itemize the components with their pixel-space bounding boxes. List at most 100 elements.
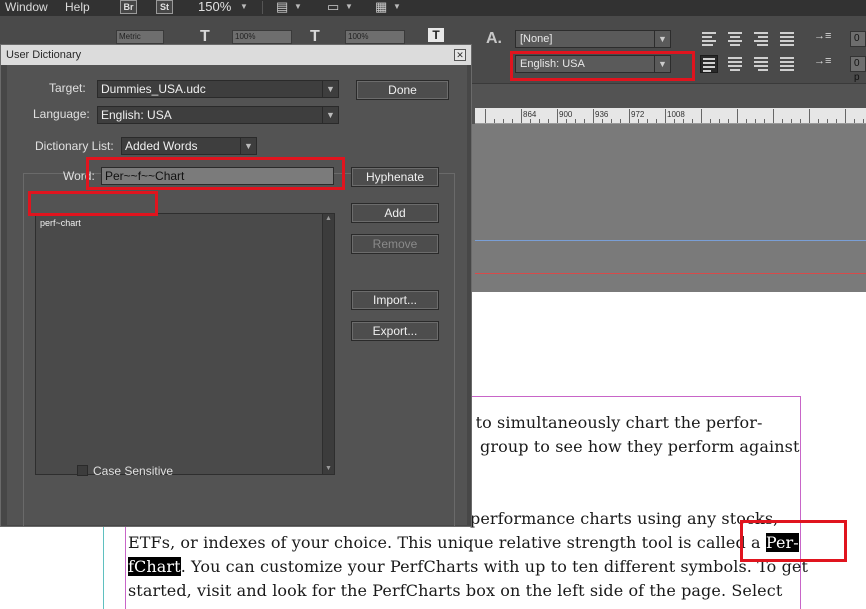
justify-all-icon[interactable] — [778, 55, 796, 73]
remove-button: Remove — [351, 234, 439, 254]
ruler-tick — [611, 119, 612, 123]
word-list[interactable]: perf~chart ▲ ▼ — [35, 213, 335, 475]
ruler-tick-label: 900 — [559, 110, 573, 119]
ruler-tick — [818, 119, 819, 123]
ruler-tick — [782, 119, 783, 123]
ruler-tick — [539, 119, 540, 123]
character-style-value: [None] — [520, 33, 553, 45]
body-text-line[interactable]: fChart. You can customize your PerfChart… — [128, 557, 808, 576]
language-label: Language: — [33, 107, 90, 121]
ruler-tick-label: 1008 — [667, 110, 685, 119]
stock-button[interactable]: St — [156, 0, 173, 14]
chevron-down-icon: ▼ — [240, 138, 256, 154]
body-text-line[interactable]: group to see how they perform against — [480, 437, 800, 456]
screen-mode-icon[interactable]: ▭ — [327, 0, 339, 14]
ruler-tick — [566, 119, 567, 123]
ruler-tick — [656, 119, 657, 123]
align-toward-spine-icon[interactable] — [778, 30, 796, 48]
target-select[interactable]: Dummies_USA.udc ▼ — [97, 80, 339, 98]
ruler-tick — [854, 119, 855, 123]
add-button[interactable]: Add — [351, 203, 439, 223]
body-text-line[interactable]: started, visit and look for the PerfChar… — [128, 581, 782, 600]
case-sensitive-checkbox[interactable] — [77, 465, 88, 476]
menu-separator — [262, 1, 263, 14]
case-sensitive-label: Case Sensitive — [93, 464, 174, 478]
dictionary-list-select[interactable]: Added Words ▼ — [121, 137, 257, 155]
justify-right-icon[interactable] — [752, 55, 770, 73]
ruler-tick — [755, 119, 756, 123]
justify-left-icon[interactable] — [700, 55, 718, 73]
ruler-tick — [710, 119, 711, 123]
ruler-tick — [503, 119, 504, 123]
vertical-scale-field[interactable]: 100% — [232, 30, 292, 44]
dictionary-list-label: Dictionary List: — [33, 138, 116, 154]
ruler-tick — [494, 119, 495, 123]
dialog-title: User Dictionary — [6, 49, 82, 61]
ruler-tick — [827, 119, 828, 123]
ruler-tick — [557, 109, 558, 123]
ruler-tick — [629, 109, 630, 123]
ruler-tick — [593, 109, 594, 123]
ruler-tick — [485, 109, 486, 123]
ruler-tick — [530, 119, 531, 123]
kerning-field[interactable]: Metric — [116, 30, 164, 44]
zoom-level[interactable]: 150% — [198, 0, 231, 14]
align-center-icon[interactable] — [726, 30, 744, 48]
annotation-highlight — [740, 520, 847, 562]
list-item[interactable]: perf~chart — [40, 217, 81, 229]
indesign-window: Window Help Br St 150% ▼ ▤ ▼ ▭ ▼ ▦ ▼ T M… — [0, 0, 866, 609]
annotation-highlight — [28, 191, 158, 216]
ruler-tick — [863, 119, 864, 123]
left-indent-icon: →≡ — [814, 30, 832, 42]
view-options-dropdown-icon[interactable]: ▼ — [294, 0, 302, 14]
ruler-tick — [701, 109, 702, 123]
import-button[interactable]: Import... — [351, 290, 439, 310]
scroll-up-icon[interactable]: ▲ — [323, 214, 334, 224]
ruler-tick — [746, 119, 747, 123]
word-list-scrollbar[interactable]: ▲ ▼ — [322, 214, 334, 474]
language-value: English: USA — [101, 108, 172, 122]
arrange-dropdown-icon[interactable]: ▼ — [393, 0, 401, 14]
menu-help[interactable]: Help — [65, 0, 90, 14]
arrange-documents-icon[interactable]: ▦ — [375, 0, 387, 14]
ruler-tick — [800, 119, 801, 123]
character-style-select[interactable]: [None] ▼ — [515, 30, 671, 48]
justify-center-icon[interactable] — [726, 55, 744, 73]
ruler-tick — [764, 119, 765, 123]
chevron-down-icon: ▼ — [322, 81, 338, 97]
body-text-line[interactable]: ETFs, or indexes of your choice. This un… — [128, 533, 799, 552]
menu-window[interactable]: Window — [5, 0, 48, 14]
body-text-line[interactable]: u to simultaneously chart the perfor- — [460, 413, 763, 432]
ruler-tick — [773, 109, 774, 123]
horizontal-ruler: 864 900 936 972 1008 — [475, 108, 866, 124]
dialog-title-bar[interactable]: User Dictionary ✕ — [1, 45, 471, 65]
bridge-button[interactable]: Br — [120, 0, 137, 14]
ruler-tick — [845, 109, 846, 123]
done-button[interactable]: Done — [356, 80, 449, 100]
body-text-segment: . You can customize your PerfCharts with… — [180, 557, 809, 576]
screen-mode-dropdown-icon[interactable]: ▼ — [345, 0, 353, 14]
scroll-down-icon[interactable]: ▼ — [323, 464, 334, 474]
annotation-highlight — [86, 157, 345, 190]
text-color-icon[interactable]: T — [428, 28, 444, 42]
view-options-icon[interactable]: ▤ — [276, 0, 288, 14]
close-icon[interactable]: ✕ — [454, 49, 466, 61]
target-label: Target: — [49, 81, 86, 95]
align-left-icon[interactable] — [700, 30, 718, 48]
first-line-indent-field[interactable]: 0 p — [850, 56, 866, 83]
align-right-icon[interactable] — [752, 30, 770, 48]
hyphenate-button[interactable]: Hyphenate — [351, 167, 439, 187]
body-text-line[interactable]: performance charts using any stocks, — [470, 509, 778, 528]
horizontal-scale-field[interactable]: 100% — [345, 30, 405, 44]
zoom-dropdown-icon[interactable]: ▼ — [240, 0, 248, 14]
user-dictionary-dialog: User Dictionary ✕ Target: Dummies_USA.ud… — [0, 44, 472, 527]
ruler-tick — [719, 119, 720, 123]
column-guide — [103, 519, 104, 609]
left-indent-field[interactable]: 0 — [850, 31, 866, 47]
language-select[interactable]: English: USA ▼ — [97, 106, 339, 124]
dictionary-list-value: Added Words — [125, 139, 198, 153]
ruler-tick — [647, 119, 648, 123]
chevron-down-icon: ▼ — [654, 31, 670, 47]
chevron-down-icon: ▼ — [322, 107, 338, 123]
export-button[interactable]: Export... — [351, 321, 439, 341]
